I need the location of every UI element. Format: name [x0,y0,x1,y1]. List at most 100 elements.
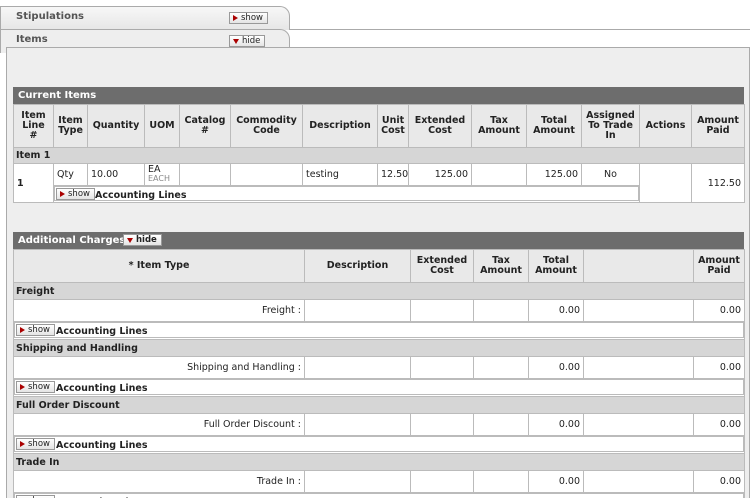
extended-cost-value: 125.00 [408,163,472,186]
accounting-lines-box: showAccounting Lines [14,322,744,338]
charge-total-value: 0.00 [528,470,584,493]
charge-blank-cell [583,470,694,493]
col-item-line: Item Line # [13,104,54,148]
charge-group-label: Trade In [13,453,745,471]
charge-group-label: Freight [13,282,745,300]
accounting-lines-label: Accounting Lines [56,326,148,337]
accounting-lines-label: Accounting Lines [56,440,148,451]
col-quantity: Quantity [87,104,145,148]
accounting-lines-box: showAccounting Lines [14,493,744,498]
accounting-lines-show-button[interactable]: show [56,188,95,200]
col-assigned-trade-in: Assigned To Trade In [581,104,640,148]
trade-in-value: No [581,163,640,186]
current-items-table: Item Line # Item Type Quantity UOM Catal… [13,104,745,203]
col-uom: UOM [144,104,180,148]
unit-cost-value: 12.50 [377,163,409,186]
item-group-label: Item 1 [13,147,745,164]
additional-charges-hide-button[interactable]: hide [123,234,162,246]
additional-charges-table: * Item Type Description Extended Cost Ta… [13,249,745,498]
col-amount-paid: Amount Paid [691,104,745,148]
col-unit-cost: Unit Cost [377,104,409,148]
col-charge-extended-cost: Extended Cost [410,249,474,283]
col-charge-description: Description [304,249,411,283]
charge-total-value: 0.00 [528,299,584,322]
charge-group-row: Shipping and Handling [13,339,745,357]
col-commodity-code: Commodity Code [230,104,303,148]
col-charge-blank [583,249,694,283]
collapse-arrow-icon [233,38,239,44]
charges-header-row: * Item Type Description Extended Cost Ta… [13,249,745,283]
accounting-lines-show-button[interactable]: show [16,438,55,450]
accounting-lines-row: showAccounting Lines [13,378,745,397]
charge-group-label: Shipping and Handling [13,339,745,357]
charge-amount-paid-value: 0.00 [693,356,745,379]
charge-extended-cost-cell [410,470,474,493]
charge-blank-cell [583,299,694,322]
charge-type-label: Full Order Discount : [13,413,305,436]
expand-arrow-icon [20,441,25,447]
charge-description-cell [304,299,411,322]
items-hide-button[interactable]: hide [229,35,266,47]
table-row: Shipping and Handling : 0.00 0.00 [13,356,745,379]
charge-total-value: 0.00 [528,356,584,379]
expand-arrow-icon [20,384,25,390]
charge-tax-cell [473,470,529,493]
col-charge-item-type: * Item Type [13,249,305,283]
expand-arrow-icon [60,191,65,197]
charge-amount-paid-value: 0.00 [693,413,745,436]
charge-type-label: Freight : [13,299,305,322]
table-row: 1 Qty 10.00 EA EACH testing 12.50 125.00 … [13,163,745,203]
current-items-header: Current Items [13,87,744,104]
accounting-lines-row: showAccounting Lines [13,435,745,454]
accounting-lines-label: Accounting Lines [95,190,187,201]
charge-tax-cell [473,299,529,322]
accounting-lines-show-button[interactable]: show [16,324,55,336]
col-actions: Actions [639,104,692,148]
accounting-lines-label: Accounting Lines [56,383,148,394]
charge-type-label: Shipping and Handling : [13,356,305,379]
charge-group-row: Trade In [13,453,745,471]
charge-type-label: Trade In : [13,470,305,493]
accounting-lines-row: show Accounting Lines [14,185,745,203]
col-charge-amount-paid: Amount Paid [693,249,745,283]
stipulations-show-button[interactable]: show [229,12,268,24]
charge-description-cell [304,356,411,379]
accounting-lines-box: showAccounting Lines [14,436,744,452]
col-charge-total-amount: Total Amount [528,249,584,283]
expand-arrow-icon [20,327,25,333]
additional-charges-header: Additional Charges hide [13,232,744,249]
commodity-value [230,163,303,186]
item-group-row: Item 1 [13,147,745,164]
expand-arrow-icon [233,15,238,21]
current-items-header-row: Item Line # Item Type Quantity UOM Catal… [13,104,745,148]
charge-extended-cost-cell [410,299,474,322]
tax-amount-value [471,163,527,186]
col-tax-amount: Tax Amount [471,104,527,148]
charge-group-row: Freight [13,282,745,300]
charge-amount-paid-value: 0.00 [693,299,745,322]
col-description: Description [302,104,378,148]
amount-paid-value: 112.50 [691,163,745,203]
charge-description-cell [304,470,411,493]
charge-blank-cell [583,413,694,436]
charge-tax-cell [473,356,529,379]
charge-total-value: 0.00 [528,413,584,436]
uom-name: EACH [148,174,170,183]
charge-extended-cost-cell [410,413,474,436]
tab-stipulations-title: Stipulations [16,11,85,22]
item-line-number: 1 [13,163,54,203]
actions-cell [639,163,692,203]
description-value: testing [302,163,378,186]
charge-group-label: Full Order Discount [13,396,745,414]
col-extended-cost: Extended Cost [408,104,472,148]
col-item-type: Item Type [53,104,88,148]
tab-items-title: Items [16,34,48,45]
col-total-amount: Total Amount [526,104,582,148]
charge-description-cell [304,413,411,436]
accounting-lines-show-button[interactable]: show [16,381,55,393]
total-amount-value: 125.00 [526,163,582,186]
table-row: Freight : 0.00 0.00 [13,299,745,322]
quantity-value: 10.00 [87,163,145,186]
uom-value: EA EACH [144,163,180,186]
accounting-lines-row: showAccounting Lines [13,321,745,340]
